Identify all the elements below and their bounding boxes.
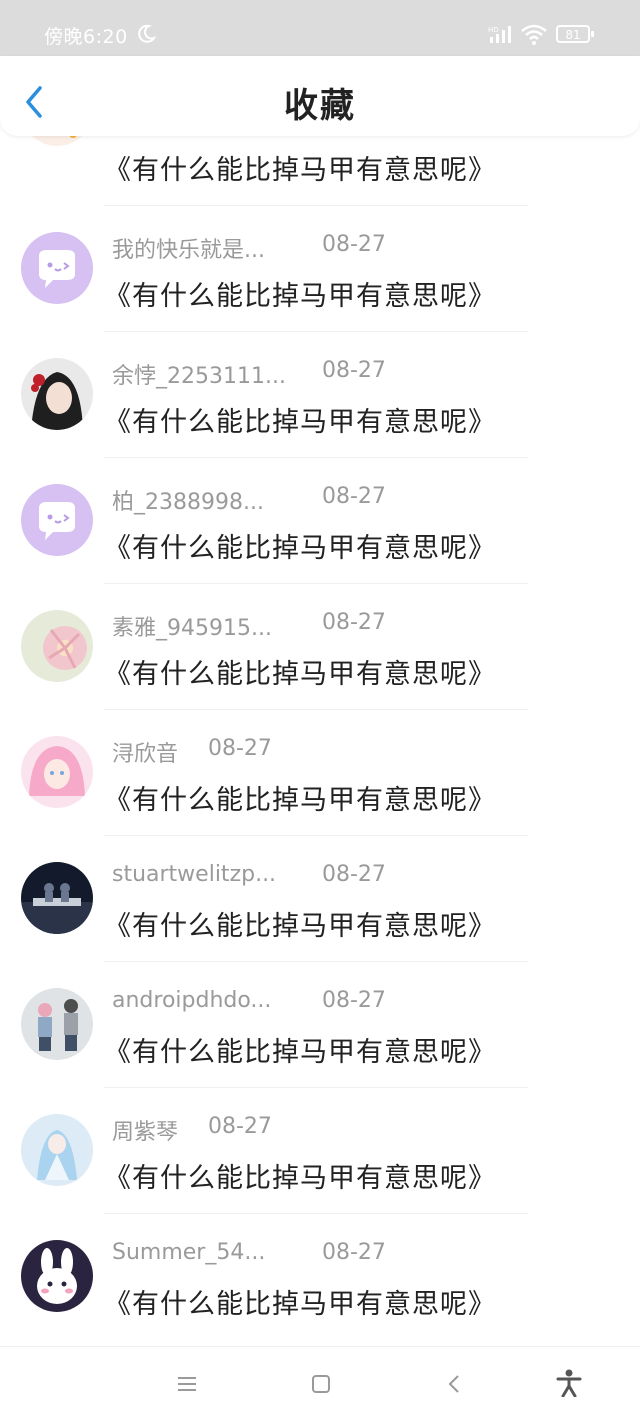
item-date: 08-27	[322, 1240, 386, 1265]
list-item[interactable]: 柏_2388998... 08-27 《有什么能比掉马甲有意思呢》	[0, 466, 640, 592]
item-meta: 余悖_2253111... 08-27	[112, 358, 386, 390]
item-meta: stuartwelitzp... 08-27	[112, 862, 386, 887]
item-meta: 我的快乐就是... 08-27	[112, 232, 386, 264]
item-title: 《有什么能比掉马甲有意思呢》	[104, 1037, 496, 1068]
list-item[interactable]: stuartwelitzp... 08-27 《有什么能比掉马甲有意思呢》	[0, 844, 640, 970]
list-item[interactable]: 周紫琴 08-27 《有什么能比掉马甲有意思呢》	[0, 1096, 640, 1222]
item-date: 08-27	[322, 862, 386, 887]
item-title: 《有什么能比掉马甲有意思呢》	[104, 155, 496, 186]
battery-level: 81	[565, 28, 581, 42]
item-date: 08-27	[322, 484, 386, 509]
divider	[104, 1213, 528, 1214]
item-title: 《有什么能比掉马甲有意思呢》	[104, 281, 496, 312]
item-meta: 柏_2388998... 08-27	[112, 484, 386, 516]
item-title: 《有什么能比掉马甲有意思呢》	[104, 407, 496, 438]
item-username: 我的快乐就是...	[112, 238, 265, 263]
avatar	[21, 736, 93, 808]
item-meta: Summer_54... 08-27	[112, 1240, 386, 1265]
item-username: stuartwelitzp...	[112, 862, 277, 887]
signal-icon: HD	[488, 26, 511, 43]
divider	[104, 1087, 528, 1088]
header: 收藏	[0, 56, 640, 136]
item-meta: 素雅_945915... 08-27	[112, 610, 386, 642]
avatar	[21, 988, 93, 1060]
divider	[104, 331, 528, 332]
avatar	[21, 1240, 93, 1312]
list-item[interactable]: Summer_54... 08-27 《有什么能比掉马甲有意思呢》	[0, 1222, 640, 1348]
item-title: 《有什么能比掉马甲有意思呢》	[104, 785, 496, 816]
item-meta: 浔欣音 08-27	[112, 736, 272, 768]
wifi-icon	[521, 24, 547, 45]
item-date: 08-27	[322, 232, 386, 257]
item-username: Summer_54...	[112, 1240, 266, 1265]
item-username: 周紫琴	[112, 1120, 179, 1145]
divider	[104, 457, 528, 458]
list-item[interactable]: androipdhdo... 08-27 《有什么能比掉马甲有意思呢》	[0, 970, 640, 1096]
avatar	[21, 358, 93, 430]
avatar	[21, 1114, 93, 1186]
item-username: 余悖_2253111...	[112, 364, 286, 389]
item-username: 素雅_945915...	[112, 616, 272, 641]
list-item[interactable]: 我的快乐就是... 08-27 《有什么能比掉马甲有意思呢》	[0, 214, 640, 340]
avatar	[21, 232, 93, 304]
item-title: 《有什么能比掉马甲有意思呢》	[104, 911, 496, 942]
divider	[104, 835, 528, 836]
item-date: 08-27	[322, 610, 386, 635]
item-title: 《有什么能比掉马甲有意思呢》	[104, 1289, 496, 1320]
item-title: 《有什么能比掉马甲有意思呢》	[104, 533, 496, 564]
item-username: 柏_2388998...	[112, 490, 264, 515]
list-item[interactable]: 浔欣音 08-27 《有什么能比掉马甲有意思呢》	[0, 718, 640, 844]
item-username: androipdhdo...	[112, 988, 272, 1013]
item-date: 08-27	[322, 358, 386, 383]
status-time: 傍晚6:20	[44, 26, 128, 48]
item-title: 《有什么能比掉马甲有意思呢》	[104, 659, 496, 690]
menu-icon[interactable]	[176, 1373, 198, 1395]
item-username: 浔欣音	[112, 742, 179, 767]
item-date: 08-27	[208, 1114, 272, 1139]
divider	[104, 583, 528, 584]
svg-text:HD: HD	[488, 26, 499, 34]
item-meta: 周紫琴 08-27	[112, 1114, 272, 1146]
back-icon[interactable]	[444, 1373, 466, 1395]
divider	[104, 709, 528, 710]
accessibility-icon[interactable]	[556, 1369, 582, 1397]
battery-indicator: 81	[556, 25, 594, 43]
avatar	[21, 484, 93, 556]
item-date: 08-27	[208, 736, 272, 761]
system-nav-bar	[0, 1346, 640, 1423]
item-date: 08-27	[322, 988, 386, 1013]
avatar	[21, 862, 93, 934]
avatar	[21, 610, 93, 682]
page-title: 收藏	[284, 86, 356, 126]
status-bar: 傍晚6:20 HD 81	[0, 0, 640, 56]
item-title: 《有什么能比掉马甲有意思呢》	[104, 1163, 496, 1194]
list-item[interactable]: 素雅_945915... 08-27 《有什么能比掉马甲有意思呢》	[0, 592, 640, 718]
moon-icon	[138, 24, 157, 43]
divider	[104, 205, 528, 206]
home-icon[interactable]	[310, 1373, 332, 1395]
divider	[104, 961, 528, 962]
item-meta: androipdhdo... 08-27	[112, 988, 386, 1013]
list-item[interactable]: 余悖_2253111... 08-27 《有什么能比掉马甲有意思呢》	[0, 340, 640, 466]
